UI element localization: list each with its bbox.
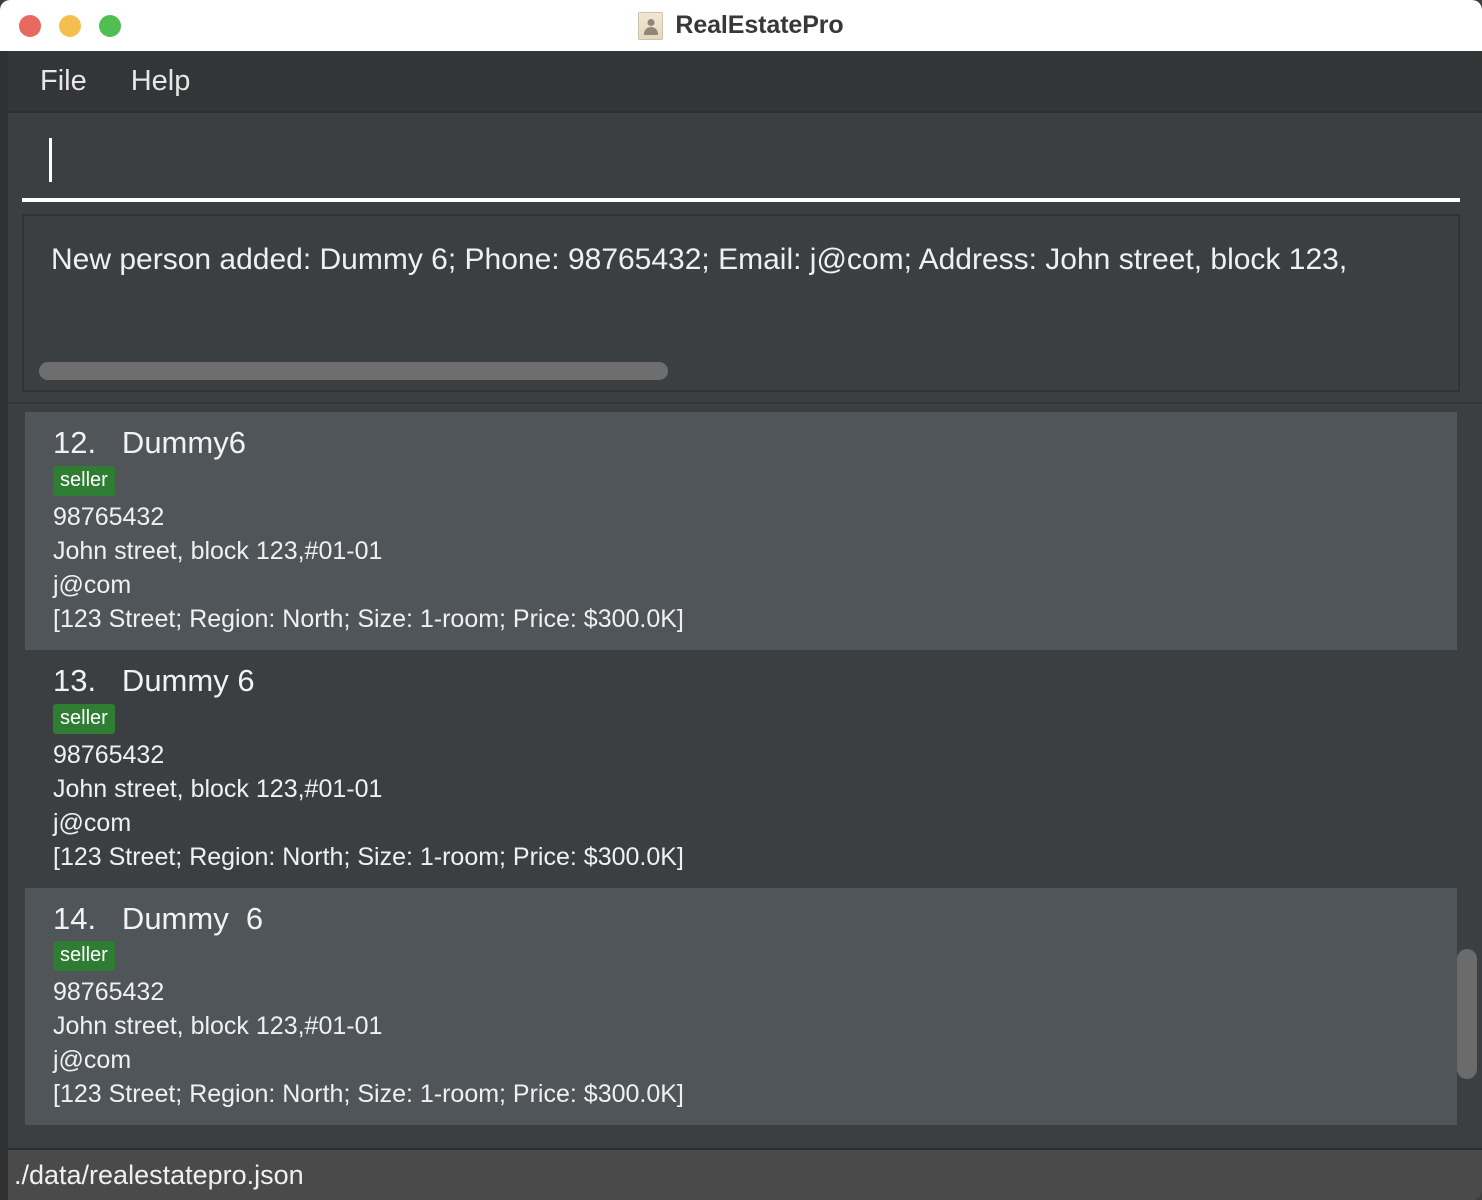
command-input-area <box>0 113 1482 202</box>
person-listing: [123 Street; Region: North; Size: 1-room… <box>53 842 684 871</box>
person-address: John street, block 123,#01-01 <box>53 774 383 803</box>
list-item[interactable]: 14. Dummy 6 seller 98765432 John street,… <box>25 887 1457 1126</box>
person-phone: 98765432 <box>53 978 165 1007</box>
list-item[interactable]: 13. Dummy 6 seller 98765432 John street,… <box>25 649 1457 888</box>
person-list: 12. Dummy6 seller 98765432 John street, … <box>25 412 1457 1148</box>
window-titlebar: RealEstatePro <box>0 0 1482 51</box>
menu-item-help[interactable]: Help <box>131 66 191 96</box>
person-address: John street, block 123,#01-01 <box>53 536 383 565</box>
person-list-panel: 12. Dummy6 seller 98765432 John street, … <box>0 402 1482 1148</box>
app-window: RealEstatePro File Help New person added… <box>0 0 1482 1200</box>
result-display-area: New person added: Dummy 6; Phone: 987654… <box>0 202 1482 402</box>
command-input[interactable] <box>22 125 1460 202</box>
status-bar: ./data/realestatepro.json <box>0 1148 1482 1200</box>
result-horizontal-scrollbar-thumb[interactable] <box>39 362 668 380</box>
window-controls <box>0 14 121 37</box>
close-window-button[interactable] <box>19 14 41 37</box>
result-display: New person added: Dummy 6; Phone: 987654… <box>22 214 1460 392</box>
result-display-text: New person added: Dummy 6; Phone: 987654… <box>51 243 1348 276</box>
person-email: j@com <box>53 570 132 599</box>
person-listing: [123 Street; Region: North; Size: 1-room… <box>53 604 684 633</box>
result-horizontal-scrollbar[interactable] <box>36 362 1446 380</box>
status-badge: seller <box>53 465 115 496</box>
person-email: j@com <box>53 808 132 837</box>
minimize-window-button[interactable] <box>59 14 81 37</box>
person-listing: [123 Street; Region: North; Size: 1-room… <box>53 1080 684 1109</box>
zoom-window-button[interactable] <box>99 14 121 37</box>
person-phone: 98765432 <box>53 740 165 769</box>
text-caret <box>49 138 52 182</box>
status-bar-file-path: ./data/realestatepro.json <box>14 1159 304 1190</box>
person-phone: 98765432 <box>53 502 165 531</box>
person-header: 14. Dummy 6 <box>53 900 264 936</box>
window-title: RealEstatePro <box>675 11 844 39</box>
person-header: 12. Dummy6 <box>53 425 246 460</box>
menu-bar: File Help <box>0 51 1482 113</box>
person-header: 13. Dummy 6 <box>53 662 255 698</box>
person-email: j@com <box>53 1046 132 1075</box>
status-badge: seller <box>53 941 115 972</box>
menu-item-file[interactable]: File <box>40 66 87 96</box>
list-item[interactable]: 12. Dummy6 seller 98765432 John street, … <box>25 412 1457 650</box>
contact-card-icon <box>638 11 664 40</box>
window-title-group: RealEstatePro <box>0 0 1482 51</box>
status-badge: seller <box>53 703 115 734</box>
person-address: John street, block 123,#01-01 <box>53 1012 383 1041</box>
person-list-vertical-scrollbar-thumb[interactable] <box>1457 949 1477 1079</box>
